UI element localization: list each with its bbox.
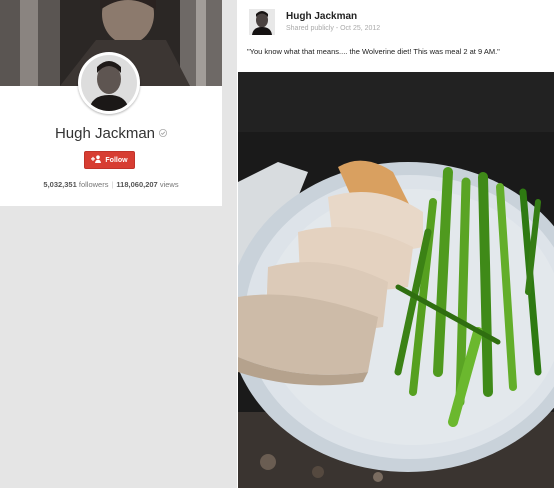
profile-name: Hugh Jackman bbox=[54, 125, 156, 142]
profile-stats: 5,032,351 followers | 118,060,207 views bbox=[0, 180, 222, 189]
avatar[interactable] bbox=[78, 52, 140, 114]
profile-card: Hugh Jackman Follow 5,032,351 followers |… bbox=[0, 0, 222, 206]
add-person-icon bbox=[91, 155, 102, 165]
views-count: 118,060,207 bbox=[116, 180, 158, 189]
post-card: Hugh Jackman Shared publicly - Oct 25, 2… bbox=[237, 0, 554, 488]
verified-icon bbox=[159, 124, 168, 141]
views-label: views bbox=[159, 180, 179, 189]
post-text: "You know what that means.... the Wolver… bbox=[247, 47, 500, 56]
follow-label: Follow bbox=[105, 156, 128, 164]
post-author-name[interactable]: Hugh Jackman bbox=[286, 11, 357, 22]
post-photo[interactable] bbox=[238, 72, 554, 488]
profile-name-row: Hugh Jackman bbox=[0, 124, 222, 142]
stats-divider: | bbox=[111, 180, 114, 189]
post-date[interactable]: Oct 25, 2012 bbox=[340, 25, 380, 32]
post-author-avatar[interactable] bbox=[249, 9, 275, 35]
followers-label: followers bbox=[78, 180, 109, 189]
post-visibility: Shared publicly bbox=[286, 25, 334, 32]
followers-count: 5,032,351 bbox=[43, 180, 77, 189]
post-meta: Shared publicly - Oct 25, 2012 bbox=[286, 25, 380, 32]
follow-button[interactable]: Follow bbox=[84, 151, 135, 169]
